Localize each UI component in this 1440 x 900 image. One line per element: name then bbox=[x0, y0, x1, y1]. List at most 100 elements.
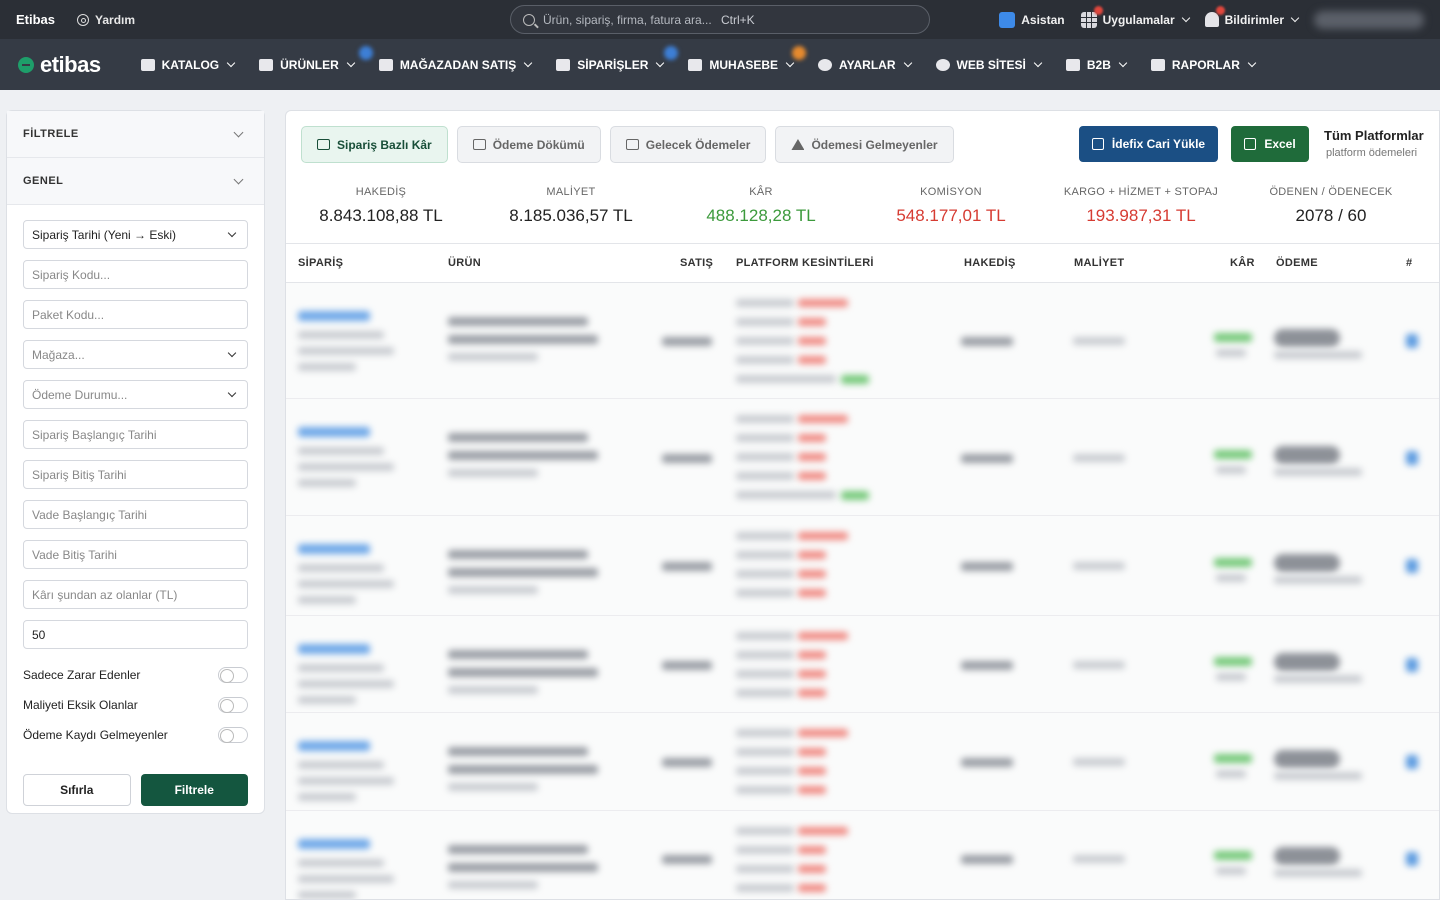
main-nav: etibas KATALOG ÜRÜNLER MAĞAZADAN SATIŞ S… bbox=[0, 39, 1440, 90]
order-meta-blurred bbox=[298, 891, 356, 899]
sort-select[interactable]: Sipariş Tarihi (Yeni → Eski) bbox=[23, 220, 248, 249]
profit-less-than-input[interactable]: Kârı şundan az olanlar (TL) bbox=[23, 580, 248, 609]
order-link-blurred[interactable] bbox=[298, 427, 370, 437]
chevron-down-icon bbox=[1247, 58, 1257, 68]
apply-filter-button[interactable]: Filtrele bbox=[140, 774, 248, 806]
placeholder: Sipariş Kodu... bbox=[32, 267, 111, 282]
order-start-date-input[interactable]: Sipariş Başlangıç Tarihi bbox=[23, 420, 248, 449]
nav-label: WEB SİTESİ bbox=[956, 57, 1026, 72]
idefix-upload-button[interactable]: İdefix Cari Yükle bbox=[1079, 126, 1218, 162]
deduction-amount-blurred bbox=[798, 884, 826, 892]
package-code-input[interactable]: Paket Kodu... bbox=[23, 300, 248, 329]
nav-raporlar[interactable]: RAPORLAR bbox=[1150, 58, 1257, 72]
stat-maliyet: MALİYET 8.185.036,57 TL bbox=[476, 186, 666, 226]
nav-web-sitesi[interactable]: WEB SİTESİ bbox=[935, 57, 1043, 72]
row-action-icon[interactable] bbox=[1406, 851, 1418, 866]
col-odeme[interactable]: ÖDEME bbox=[1276, 257, 1318, 269]
table-row[interactable] bbox=[286, 811, 1439, 899]
notifications-menu[interactable]: Bildirimler bbox=[1204, 6, 1300, 27]
product-name-blurred bbox=[448, 433, 588, 442]
cost-blurred bbox=[1073, 854, 1125, 863]
nav-ayarlar[interactable]: AYARLAR bbox=[818, 58, 912, 72]
order-link-blurred[interactable] bbox=[298, 311, 370, 321]
deduction-label-blurred bbox=[736, 689, 794, 697]
missing-cost-switch[interactable] bbox=[218, 697, 248, 713]
nav-b2b[interactable]: B2B bbox=[1065, 58, 1128, 72]
placeholder: Vade Başlangıç Tarihi bbox=[32, 507, 147, 522]
col-urun[interactable]: ÜRÜN bbox=[448, 257, 481, 269]
sort-value: Sipariş Tarihi (Yeni → Eski) bbox=[32, 227, 177, 242]
sale-amount-blurred bbox=[662, 337, 712, 346]
col-maliyet[interactable]: MALİYET bbox=[1074, 257, 1124, 269]
col-hakedis[interactable]: HAKEDİŞ bbox=[964, 257, 1016, 269]
brand-name[interactable]: Etibas bbox=[16, 12, 55, 27]
search-input[interactable] bbox=[543, 12, 713, 27]
stat-value: 8.843.108,88 TL bbox=[319, 206, 443, 225]
due-end-date-input[interactable]: Vade Bitiş Tarihi bbox=[23, 540, 248, 569]
profit-blurred bbox=[1214, 449, 1252, 459]
col-satis[interactable]: SATIŞ bbox=[680, 257, 713, 269]
order-meta-blurred bbox=[298, 479, 356, 487]
loss-only-switch[interactable] bbox=[218, 667, 248, 683]
assistant-button[interactable]: Asistan bbox=[999, 11, 1065, 28]
list-icon bbox=[317, 139, 330, 150]
user-menu-blurred[interactable] bbox=[1314, 10, 1424, 29]
row-action-icon[interactable] bbox=[1406, 450, 1418, 465]
order-link-blurred[interactable] bbox=[298, 839, 370, 849]
row-action-icon[interactable] bbox=[1406, 755, 1418, 769]
order-end-date-input[interactable]: Sipariş Bitiş Tarihi bbox=[23, 460, 248, 489]
apps-menu[interactable]: Uygulamalar bbox=[1080, 5, 1190, 28]
reset-button[interactable]: Sıfırla bbox=[23, 774, 131, 806]
cost-blurred bbox=[1073, 758, 1125, 766]
tab-upcoming-payments[interactable]: Gelecek Ödemeler bbox=[609, 126, 767, 163]
filter-panel: FİLTRELE GENEL Sipariş Tarihi (Yeni → Es… bbox=[6, 110, 265, 814]
cost-blurred bbox=[1073, 562, 1125, 570]
row-action-icon[interactable] bbox=[1406, 657, 1418, 672]
order-link-blurred[interactable] bbox=[298, 741, 370, 751]
order-meta-blurred bbox=[298, 793, 356, 801]
tab-missing-payments[interactable]: Ödemesi Gelmeyenler bbox=[775, 126, 954, 163]
store-select[interactable]: Mağaza... bbox=[23, 340, 248, 369]
tab-payment-statement[interactable]: Ödeme Dökümü bbox=[456, 126, 601, 163]
col-kar[interactable]: KÂR bbox=[1230, 257, 1255, 269]
table-row[interactable] bbox=[286, 283, 1439, 399]
table-row[interactable] bbox=[286, 516, 1439, 616]
row-action-icon[interactable] bbox=[1406, 334, 1418, 348]
platform-selector[interactable]: Tüm Platformlar platform ödemeleri bbox=[1324, 128, 1424, 159]
table-row[interactable] bbox=[286, 713, 1439, 811]
nav-siparisler[interactable]: SİPARİŞLER bbox=[556, 45, 679, 72]
order-link-blurred[interactable] bbox=[298, 544, 370, 554]
nav-muhasebe[interactable]: MUHASEBE bbox=[688, 45, 807, 72]
order-meta-blurred bbox=[298, 875, 394, 883]
payment-status-select[interactable]: Ödeme Durumu... bbox=[23, 380, 248, 409]
nav-katalog[interactable]: KATALOG bbox=[140, 58, 236, 72]
no-payment-switch[interactable] bbox=[218, 727, 248, 743]
table-row[interactable] bbox=[286, 399, 1439, 516]
deduction-amount-blurred bbox=[798, 670, 826, 678]
etibas-logo[interactable]: etibas bbox=[18, 52, 101, 78]
order-code-input[interactable]: Sipariş Kodu... bbox=[23, 260, 248, 289]
col-platform-kesintileri[interactable]: PLATFORM KESİNTİLERİ bbox=[736, 257, 874, 269]
general-section-header[interactable]: GENEL bbox=[7, 158, 264, 205]
profit-blurred bbox=[1214, 656, 1252, 666]
due-start-date-input[interactable]: Vade Başlangıç Tarihi bbox=[23, 500, 248, 529]
deduction-amount-blurred bbox=[841, 375, 869, 384]
excel-export-button[interactable]: Excel bbox=[1231, 126, 1309, 162]
nav-urunler[interactable]: ÜRÜNLER bbox=[259, 45, 374, 72]
report-icon bbox=[1150, 58, 1165, 71]
table-row[interactable] bbox=[286, 616, 1439, 713]
row-action-icon[interactable] bbox=[1406, 559, 1418, 573]
nav-magazadan-satis[interactable]: MAĞAZADAN SATIŞ bbox=[378, 58, 533, 72]
order-meta-blurred bbox=[298, 761, 384, 769]
deduction-label-blurred bbox=[736, 748, 794, 756]
page-size-input[interactable]: 50 bbox=[23, 620, 248, 649]
assistant-label: Asistan bbox=[1021, 12, 1065, 27]
deduction-label-blurred bbox=[736, 651, 794, 659]
col-siparis[interactable]: SİPARİŞ bbox=[298, 257, 343, 269]
order-link-blurred[interactable] bbox=[298, 644, 370, 654]
help-link[interactable]: Yardım bbox=[77, 13, 135, 27]
global-search[interactable]: Ctrl+K bbox=[510, 5, 930, 34]
tab-order-profit[interactable]: Sipariş Bazlı Kâr bbox=[301, 126, 448, 163]
deduction-amount-blurred bbox=[798, 632, 848, 640]
filter-header[interactable]: FİLTRELE bbox=[7, 111, 264, 158]
